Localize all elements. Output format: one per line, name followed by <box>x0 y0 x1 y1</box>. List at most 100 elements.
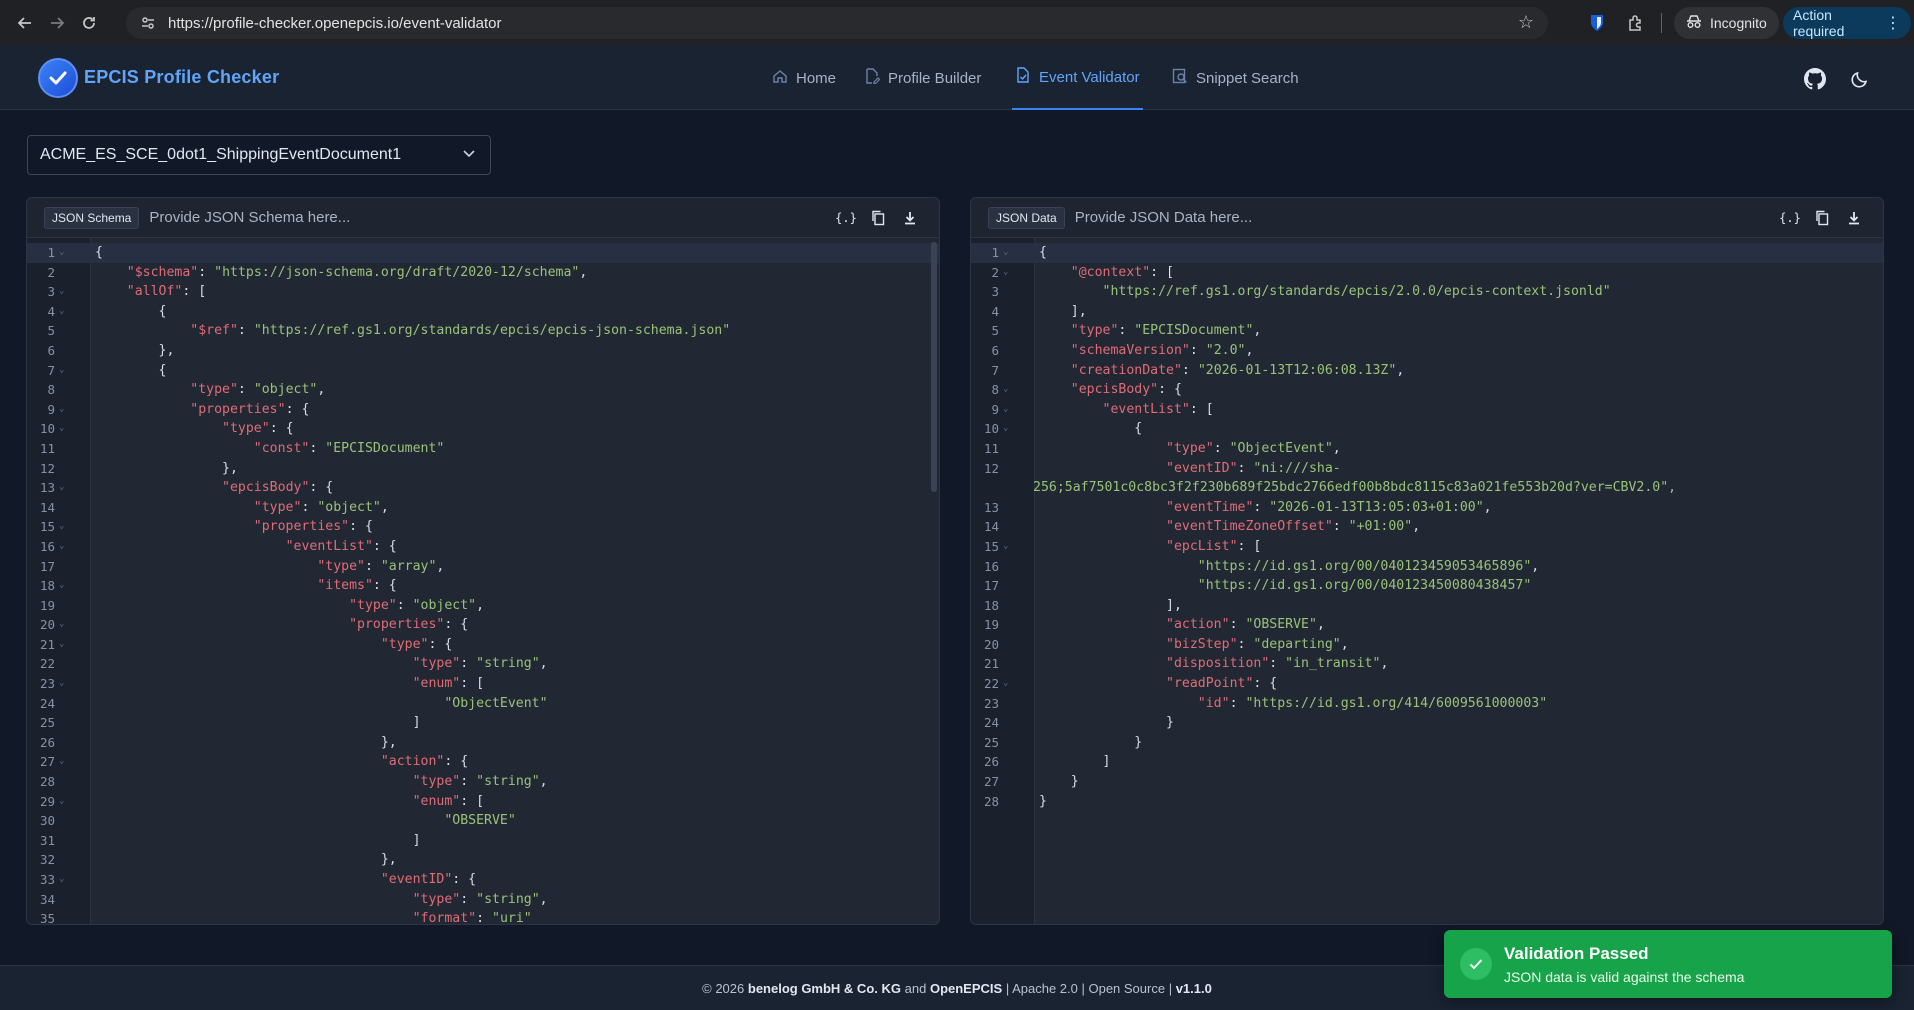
address-bar[interactable]: https://profile-checker.openepcis.io/eve… <box>126 7 1548 39</box>
code-text: "https://id.gs1.org/00/04012345008043845… <box>1197 578 1532 594</box>
code-line: 17 "https://id.gs1.org/00/04012345008043… <box>971 576 1883 596</box>
code-line: 26 ] <box>971 752 1883 772</box>
line-number: 18 <box>39 578 55 594</box>
download-icon[interactable] <box>1845 209 1863 227</box>
code-text: "@context": [ <box>1070 264 1174 280</box>
incognito-label: Incognito <box>1710 15 1767 31</box>
forward-icon[interactable] <box>44 10 70 36</box>
code-text: "eventTimeZoneOffset": "+01:00", <box>1166 519 1421 535</box>
chevron-down-icon <box>462 146 476 163</box>
fold-toggle-icon[interactable]: ⌄ <box>59 615 64 635</box>
code-text: "action": { <box>380 754 469 770</box>
line-number: 2 <box>47 264 55 280</box>
nav-home[interactable]: Home <box>772 46 836 110</box>
dark-mode-moon-icon[interactable] <box>1849 68 1871 90</box>
fold-toggle-icon[interactable]: ⌄ <box>1003 263 1008 283</box>
nav-snippet-search[interactable]: Snippet Search <box>1172 46 1299 110</box>
action-required-button[interactable]: Action required ⋮ <box>1783 7 1911 39</box>
app-header: EPCIS Profile Checker Home Profile Build… <box>0 46 1914 110</box>
line-number: 11 <box>39 440 55 456</box>
github-icon[interactable] <box>1804 68 1826 90</box>
validation-toast[interactable]: Validation Passed JSON data is valid aga… <box>1444 930 1892 998</box>
fold-toggle-icon[interactable]: ⌄ <box>1003 400 1008 420</box>
code-text: { <box>1039 421 1143 437</box>
fold-toggle-icon[interactable]: ⌄ <box>1003 419 1008 439</box>
copy-icon[interactable] <box>869 209 887 227</box>
back-icon[interactable] <box>12 10 38 36</box>
brand-title[interactable]: EPCIS Profile Checker <box>84 67 279 88</box>
format-braces-icon[interactable]: {.} <box>1779 209 1801 227</box>
code-text: "eventList": { <box>285 538 397 554</box>
fold-toggle-icon[interactable]: ⌄ <box>59 361 64 381</box>
fold-toggle-icon[interactable]: ⌄ <box>1003 674 1008 694</box>
line-number: 4 <box>47 303 55 319</box>
fold-toggle-icon[interactable]: ⌄ <box>59 870 64 890</box>
fold-toggle-icon[interactable]: ⌄ <box>1003 380 1008 400</box>
editor-scrollbar[interactable] <box>931 242 937 492</box>
json-data-editor[interactable]: 1 ⌄{2 ⌄ "@context": [3 "https://ref.gs1.or… <box>971 243 1883 811</box>
code-line: 11 "const": "EPCISDocument" <box>27 439 939 459</box>
nav-event-validator[interactable]: Event Validator <box>1012 46 1143 110</box>
fold-toggle-icon[interactable]: ⌄ <box>59 400 64 420</box>
copy-icon[interactable] <box>1813 209 1831 227</box>
code-line: 28 "type": "string", <box>27 772 939 792</box>
code-text: } <box>1039 774 1079 790</box>
fold-toggle-icon[interactable]: ⌄ <box>59 243 64 263</box>
fold-toggle-icon[interactable]: ⌄ <box>59 674 64 694</box>
code-line: 3 ⌄ "allOf": [ <box>27 282 939 302</box>
line-number: 25 <box>983 734 999 750</box>
bitwarden-shield-icon[interactable] <box>1585 11 1609 35</box>
fold-toggle-icon[interactable]: ⌄ <box>1003 243 1008 263</box>
json-schema-editor[interactable]: 1 ⌄ {2 "$schema": "https://json-schema.org… <box>27 243 939 924</box>
code-line: 21 "disposition": "in_transit", <box>971 654 1883 674</box>
line-number: 19 <box>983 617 999 633</box>
fold-toggle-icon[interactable]: ⌄ <box>59 752 64 772</box>
bookmark-star-icon[interactable]: ☆ <box>1518 12 1534 33</box>
line-number: 20 <box>39 617 55 633</box>
line-number: 19 <box>39 597 55 613</box>
app-logo[interactable] <box>38 58 78 98</box>
reload-icon[interactable] <box>76 10 102 36</box>
fold-toggle-icon[interactable]: ⌄ <box>59 792 64 812</box>
nav-profile-builder[interactable]: Profile Builder <box>864 46 981 110</box>
fold-toggle-icon[interactable]: ⌄ <box>59 419 64 439</box>
toast-title: Validation Passed <box>1504 944 1649 963</box>
fold-toggle-icon[interactable]: ⌄ <box>59 537 64 557</box>
kebab-menu-icon[interactable]: ⋮ <box>1885 13 1901 33</box>
fold-toggle-icon[interactable]: ⌄ <box>59 302 64 322</box>
code-text: "https://ref.gs1.org/standards/epcis/2.0… <box>1102 284 1611 300</box>
format-braces-icon[interactable]: {.} <box>835 209 857 227</box>
incognito-indicator[interactable]: Incognito <box>1674 7 1779 39</box>
fold-toggle-icon[interactable]: ⌄ <box>59 635 64 655</box>
profile-select[interactable]: ACME_ES_SCE_0dot1_ShippingEventDocument1 <box>27 135 491 175</box>
code-text: { <box>95 362 167 378</box>
site-settings-icon[interactable] <box>138 13 158 33</box>
code-text-wrapped: 256;5af7501c0c8bc3f2f230b689f25bdc2766ed… <box>1033 480 1677 496</box>
fold-toggle-icon[interactable]: ⌄ <box>1003 537 1008 557</box>
fold-toggle-icon[interactable]: ⌄ <box>59 282 64 302</box>
toast-message: JSON data is valid against the schema <box>1504 969 1745 985</box>
code-line: 4 ⌄ { <box>27 302 939 322</box>
fold-toggle-icon[interactable]: ⌄ <box>59 478 64 498</box>
line-number: 10 <box>39 421 55 437</box>
line-number: 11 <box>983 440 999 456</box>
code-text: "type": "object", <box>190 382 326 398</box>
line-number: 5 <box>47 323 55 339</box>
download-icon[interactable] <box>901 209 919 227</box>
line-number: 1 <box>991 245 999 260</box>
line-number: 21 <box>983 656 999 672</box>
code-line: 30 "OBSERVE" <box>27 811 939 831</box>
code-line: 9 ⌄ "eventList": [ <box>971 400 1883 420</box>
file-check-icon <box>1015 67 1031 87</box>
code-line: 25 } <box>971 733 1883 753</box>
json-schema-panel: JSON Schema Provide JSON Schema here... … <box>26 197 940 925</box>
line-number: 34 <box>39 891 55 907</box>
line-number: 15 <box>39 519 55 535</box>
code-line: 15 ⌄ "properties": { <box>27 517 939 537</box>
extensions-puzzle-icon[interactable] <box>1624 11 1648 35</box>
fold-toggle-icon[interactable]: ⌄ <box>59 576 64 596</box>
line-number: 9 <box>47 401 55 417</box>
code-text: "epcisBody": { <box>1070 382 1182 398</box>
fold-toggle-icon[interactable]: ⌄ <box>59 517 64 537</box>
line-number: 5 <box>991 323 999 339</box>
